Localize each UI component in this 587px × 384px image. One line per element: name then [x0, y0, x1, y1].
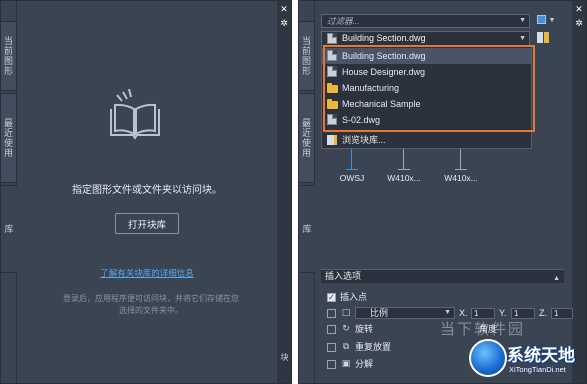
dropdown-item-mechanical-sample[interactable]: Mechanical Sample — [322, 96, 531, 112]
dwg-file-icon — [327, 66, 337, 77]
gear-icon[interactable]: ✲ — [574, 19, 584, 29]
scale-checkbox[interactable] — [327, 309, 336, 318]
view-mode-button[interactable]: ▼ — [537, 14, 561, 28]
tab-libraries[interactable]: 库 — [1, 185, 17, 273]
grid-view-icon — [537, 15, 546, 25]
library-icon — [327, 135, 337, 145]
browse-library-button[interactable] — [537, 32, 551, 46]
dropdown-item-manufacturing[interactable]: Manufacturing — [322, 80, 531, 96]
folder-icon — [327, 99, 338, 109]
repeat-placement-checkbox[interactable] — [327, 343, 336, 352]
block-label: OWSJ — [339, 173, 365, 183]
explode-checkbox[interactable] — [327, 360, 336, 369]
library-source-select[interactable]: Building Section.dwg ▼ — [321, 31, 530, 46]
open-block-library-button[interactable]: 打开块库 — [115, 213, 179, 234]
explode-icon: ▣ — [341, 359, 351, 369]
close-icon[interactable]: ✕ — [279, 5, 289, 15]
library-dropdown-list: Building Section.dwg House Designer.dwg … — [321, 45, 532, 149]
gear-icon[interactable]: ✲ — [279, 19, 289, 29]
option-insertion-point: 插入点 — [327, 291, 527, 304]
block-tile-w410-b[interactable]: W410x... — [444, 149, 478, 187]
close-icon[interactable]: ✕ — [574, 5, 584, 15]
dropdown-item-house-designer[interactable]: House Designer.dwg — [322, 64, 531, 80]
tab-recent[interactable]: 最近使用 — [299, 93, 315, 183]
side-tab-column: 当前图形 最近使用 库 — [299, 1, 315, 383]
block-label: W410x... — [444, 173, 478, 183]
open-book-icon — [110, 88, 160, 140]
dwg-file-icon — [327, 33, 337, 44]
chevron-down-icon[interactable]: ▼ — [519, 15, 526, 27]
left-blocks-palette: 当前图形 最近使用 库 ✕ ✲ 块 指定图形文件或文件夹以访问块。 打开块库 了… — [0, 0, 292, 384]
scale-z-input[interactable]: 1 — [551, 308, 573, 319]
palette-title-strip: ✕ ✲ 块 — [277, 1, 291, 383]
dropdown-item-s-02[interactable]: S-02.dwg — [322, 112, 531, 128]
scale-icon: □ — [341, 308, 351, 318]
chevron-down-icon: ▼ — [444, 309, 451, 316]
repeat-icon: ⧉ — [342, 342, 350, 352]
insertion-options-header[interactable]: 插入选项 ▲ — [321, 269, 564, 283]
block-label: W410x... — [387, 173, 421, 183]
dropdown-item-browse-library[interactable]: 浏览块库... — [322, 132, 531, 148]
chevron-down-icon[interactable]: ▼ — [519, 32, 526, 45]
tab-recent[interactable]: 最近使用 — [1, 93, 17, 183]
dropdown-item-building-section[interactable]: Building Section.dwg — [322, 48, 531, 64]
palette-title: 块 — [280, 353, 289, 361]
collapse-arrow-icon[interactable]: ▲ — [553, 272, 560, 285]
block-tile-w410-a[interactable]: W410x... — [387, 149, 421, 187]
book-stack-icon — [537, 32, 543, 43]
block-tile-owsj[interactable]: OWSJ — [335, 149, 369, 187]
logo-globe-icon — [469, 339, 507, 377]
learn-more-link[interactable]: 了解有关块库的详细信息 — [17, 267, 277, 279]
chevron-down-icon: ▼ — [548, 17, 556, 24]
folder-icon — [327, 83, 338, 93]
tab-current-drawing[interactable]: 当前图形 — [299, 21, 315, 91]
site-logo: 系统天地 XiTongTianDi.net — [463, 335, 587, 384]
tab-libraries[interactable]: 库 — [299, 185, 315, 273]
dwg-file-icon — [327, 114, 337, 125]
palette-title-strip: ✕ ✲ — [572, 1, 586, 383]
side-tab-column: 当前图形 最近使用 库 — [1, 1, 17, 383]
filter-input[interactable]: 过滤器... ▼ — [321, 14, 530, 28]
rotate-icon: ↻ — [342, 324, 350, 334]
tab-current-drawing[interactable]: 当前图形 — [1, 21, 17, 91]
empty-library-message: 指定图形文件或文件夹以访问块。 — [72, 185, 222, 196]
login-info-text: 登录后，应用程序便可访问块，并将它们存储在您选择的文件夹中。 — [63, 294, 239, 315]
rotation-checkbox[interactable] — [327, 325, 336, 334]
insertion-point-checkbox[interactable] — [327, 291, 336, 304]
dwg-file-icon — [327, 50, 337, 61]
